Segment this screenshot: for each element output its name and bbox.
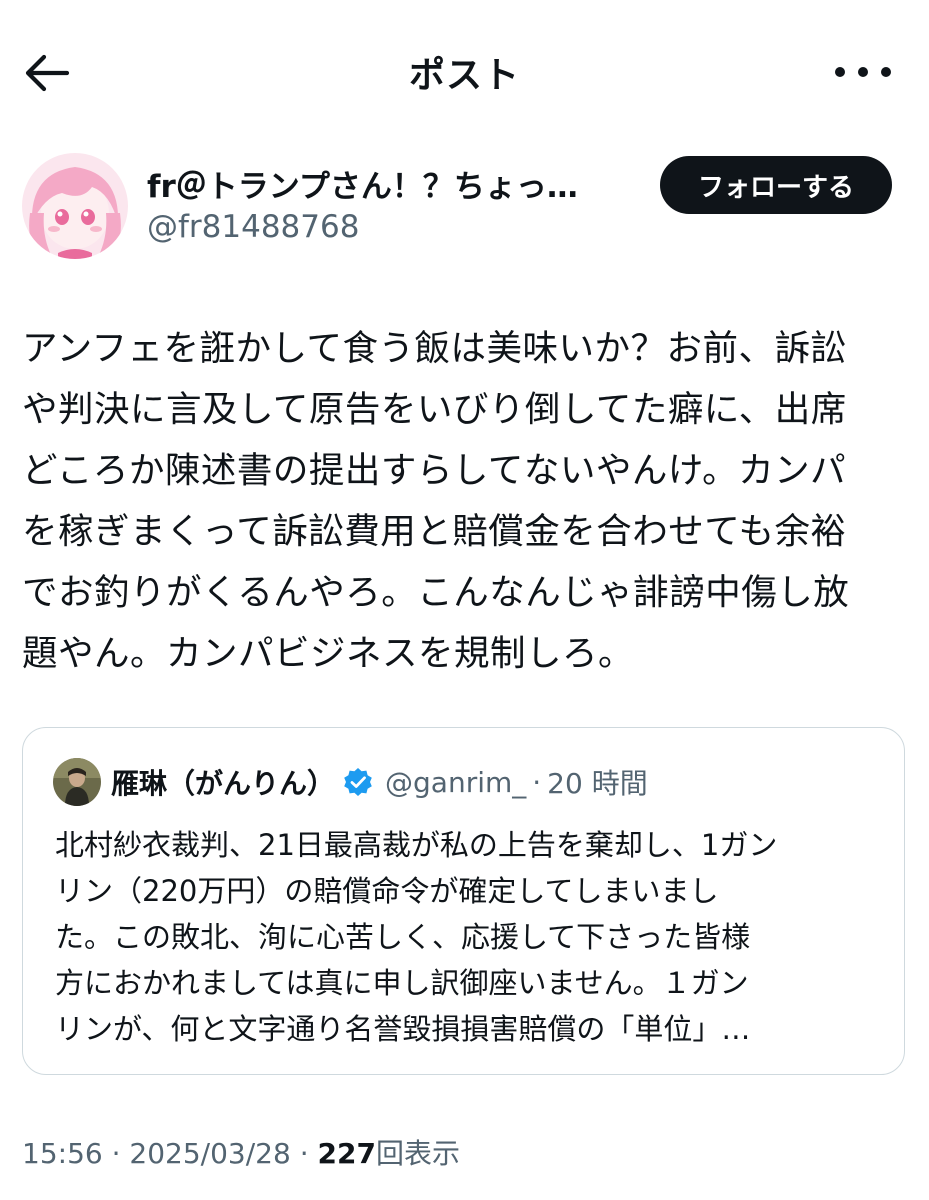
view-count-label: 回表示: [375, 1137, 460, 1170]
quoted-line: 方におかれましては真に申し訳御座いません。１ガン: [55, 966, 749, 1000]
more-dot: [858, 67, 868, 77]
more-dot: [881, 67, 891, 77]
meta-separator: ·: [102, 1137, 130, 1170]
more-horizontal-icon: [835, 67, 845, 77]
post-time: 15:56: [22, 1137, 103, 1170]
separator-dot: ·: [532, 765, 542, 799]
quoted-author-name[interactable]: 雁琳（がんりん）: [111, 762, 335, 802]
post-author: fr＠トランプさん！？ちょっ… @fr81488768 フォローする: [22, 153, 892, 263]
avatar-image: [22, 153, 128, 259]
post-body: アンフェを誑かして食う飯は美味いか？お前、訴訟 や判決に言及して原告をいびり倒し…: [22, 318, 902, 684]
post-date: 2025/03/28: [129, 1137, 291, 1170]
quoted-line: リンが、何と文字通り名誉毀損損害賠償の「単位」…: [55, 1012, 751, 1046]
author-name[interactable]: fr＠トランプさん！？ちょっ…: [147, 161, 627, 206]
page-title: ポスト: [408, 55, 520, 96]
post-line: や判決に言及して原告をいびり倒してた癖に、出席: [22, 389, 847, 430]
more-options-button[interactable]: [835, 52, 891, 92]
quoted-post-body: 北村紗衣裁判、21日最高裁が私の上告を棄却し、1ガン リン（220万円）の賠償命…: [55, 822, 885, 1052]
view-count[interactable]: 227: [318, 1137, 376, 1170]
post-line: を稼ぎまくって訴訟費用と賠償金を合わせても余裕: [22, 511, 847, 552]
top-bar: ポスト: [0, 0, 929, 140]
quoted-avatar-image: [53, 758, 101, 806]
quoted-line: 北村紗衣裁判、21日最高裁が私の上告を棄却し、1ガン: [55, 828, 778, 862]
author-avatar[interactable]: [22, 153, 128, 259]
quoted-author-avatar[interactable]: [53, 758, 101, 806]
post-line: アンフェを誑かして食う飯は美味いか？お前、訴訟: [22, 328, 847, 369]
quoted-line: リン（220万円）の賠償命令が確定してしまいまし: [55, 874, 719, 908]
quoted-post-card[interactable]: 雁琳（がんりん） @ganrim_ · 20 時間 北村紗衣裁判、21日最高裁が…: [22, 727, 905, 1075]
post-line: でお釣りがくるんやろ。こんなんじゃ誹謗中傷し放: [22, 572, 850, 613]
post-line: 題やん。カンパビジネスを規制しろ。: [22, 633, 635, 674]
verified-badge-icon: [344, 768, 372, 796]
follow-button[interactable]: フォローする: [660, 156, 892, 214]
post-line: どころか陳述書の提出すらしてないやんけ。カンパ: [22, 450, 847, 491]
author-handle[interactable]: @fr81488768: [147, 209, 359, 245]
quoted-post-time: 20 時間: [547, 767, 648, 800]
quoted-line: た。この敗北、洵に心苦しく、応援して下さった皆様: [55, 920, 751, 954]
quoted-post-header: 雁琳（がんりん） @ganrim_ · 20 時間: [53, 758, 648, 806]
post-meta: 15:56 · 2025/03/28 · 227回表示: [22, 1132, 460, 1172]
quoted-author-handle[interactable]: @ganrim_: [385, 766, 526, 799]
meta-separator: ·: [290, 1137, 318, 1170]
